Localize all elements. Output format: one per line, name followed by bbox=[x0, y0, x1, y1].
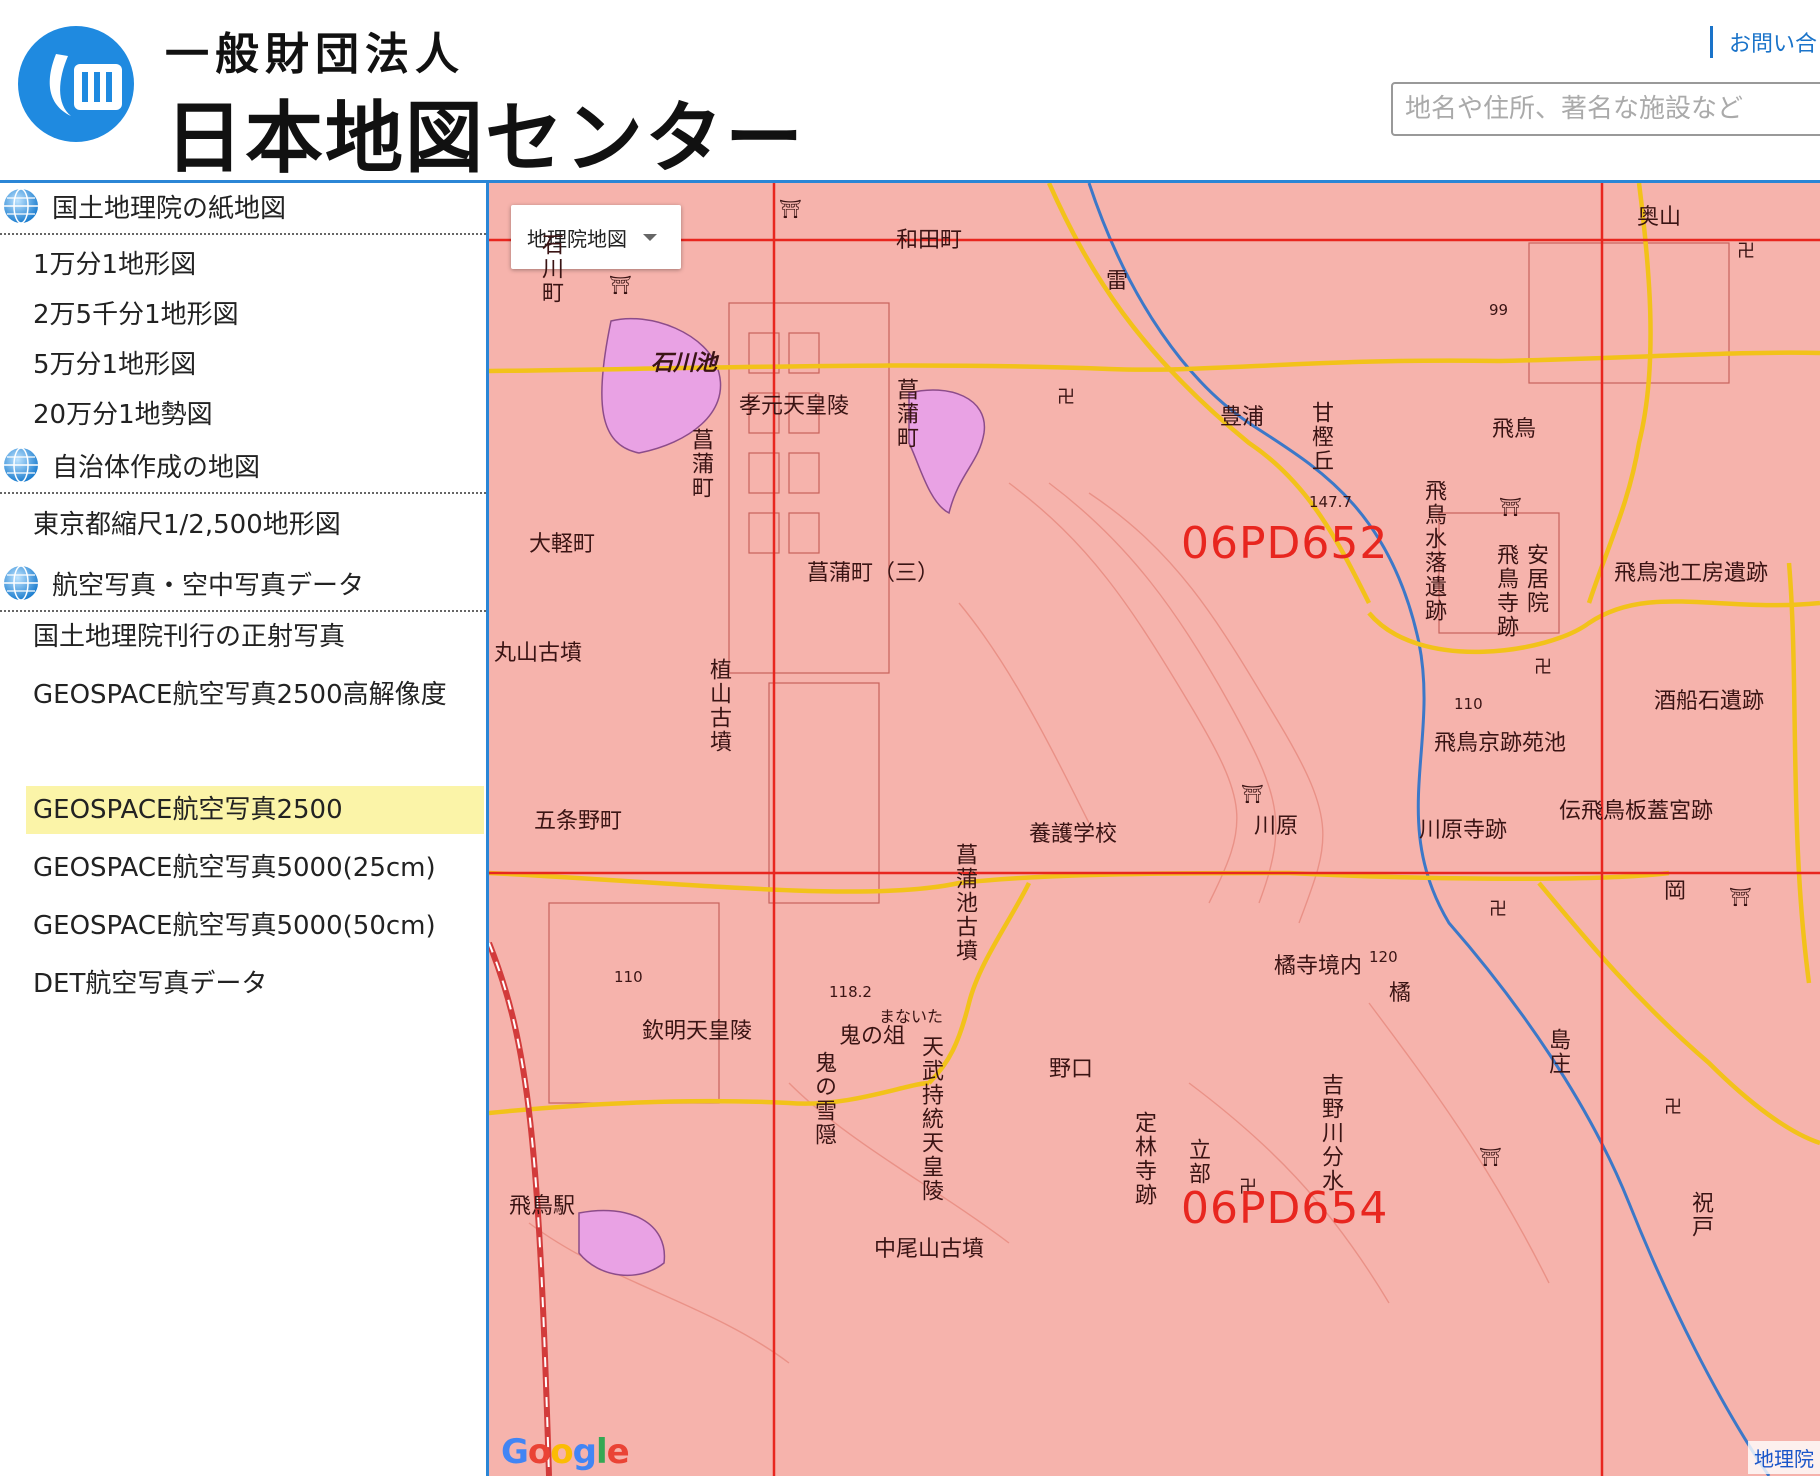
sidebar-item-gsi-ortho[interactable]: 国土地理院刊行の正射写真 bbox=[26, 613, 484, 661]
sidebar-item-10000-topo[interactable]: 1万分1地形図 bbox=[26, 241, 484, 289]
place-label: 欽明天皇陵 bbox=[642, 1019, 753, 1044]
org-name[interactable]: 日本地図センター bbox=[165, 76, 805, 188]
pond-south bbox=[578, 1209, 666, 1276]
place-label: 菖蒲町（三） bbox=[807, 561, 940, 586]
svg-text:⛩: ⛩ bbox=[609, 275, 632, 296]
category-aerial-photos[interactable]: 航空写真・空中写真データ bbox=[0, 556, 486, 612]
place-label: 孝元天皇陵 bbox=[739, 394, 850, 419]
place-label: 祝戸 bbox=[1688, 1191, 1713, 1239]
place-label: 飛鳥京跡苑池 bbox=[1434, 731, 1567, 756]
sidebar: 国土地理院の紙地図 1万分1地形図 2万5千分1地形図 5万分1地形図 20万分… bbox=[0, 183, 486, 1476]
sidebar-item-geospace-2500[interactable]: GEOSPACE航空写真2500 bbox=[26, 786, 484, 834]
svg-text:卍: 卍 bbox=[1664, 1097, 1682, 1118]
elevation-label: 118.2 bbox=[829, 983, 872, 1001]
globe-icon bbox=[4, 447, 38, 483]
sidebar-item-50000-topo[interactable]: 5万分1地形図 bbox=[26, 341, 484, 389]
svg-text:卍: 卍 bbox=[1737, 241, 1755, 262]
place-label: 豊浦 bbox=[1220, 405, 1265, 430]
route-label: 99 bbox=[1489, 301, 1509, 319]
place-label: 中尾山古墳 bbox=[874, 1237, 985, 1262]
map-viewport[interactable]: ⛩ ⛩ 卍 卍 ⛩ 卍 ⛩ 卍 ⛩ 卍卍 ⛩ 地理院地図 06PD652 06PD654 和田… bbox=[489, 183, 1820, 1476]
contour-label: 120 bbox=[1369, 948, 1398, 966]
search-input[interactable] bbox=[1391, 82, 1820, 136]
place-label: 甘樫丘 bbox=[1308, 401, 1333, 473]
place-label: 立部 bbox=[1185, 1138, 1210, 1186]
place-label: 島庄 bbox=[1545, 1028, 1570, 1076]
svg-text:⛩: ⛩ bbox=[1479, 1147, 1502, 1168]
place-label: 飛鳥池工房遺跡 bbox=[1614, 561, 1769, 586]
place-label: 養護学校 bbox=[1029, 822, 1118, 847]
elevation-label: 147.7 bbox=[1309, 493, 1352, 511]
category-municipal-maps[interactable]: 自治体作成の地図 bbox=[0, 438, 486, 494]
place-label: 植山古墳 bbox=[706, 658, 731, 754]
place-label: 菖蒲町 bbox=[893, 378, 918, 450]
place-label: 飛鳥寺跡 bbox=[1493, 543, 1518, 639]
place-label: 五条野町 bbox=[534, 809, 623, 834]
category-label: 自治体作成の地図 bbox=[52, 452, 261, 483]
grid-sheet-label: 06PD654 bbox=[1181, 1183, 1389, 1234]
sidebar-item-geospace-2500-hires[interactable]: GEOSPACE航空写真2500高解像度 bbox=[26, 671, 484, 719]
place-label: 川原 bbox=[1254, 814, 1299, 839]
sidebar-item-det-aerial[interactable]: DET航空写真データ bbox=[26, 960, 484, 1008]
contour-label: 110 bbox=[614, 968, 643, 986]
place-label: 酒船石遺跡 bbox=[1654, 689, 1765, 714]
google-logo[interactable]: Google bbox=[501, 1432, 630, 1472]
place-label: 石川町 bbox=[538, 233, 563, 305]
place-label: まないた bbox=[879, 1007, 944, 1026]
place-label: 安居院 bbox=[1523, 543, 1548, 615]
place-label: 鬼の雪隠 bbox=[811, 1051, 836, 1147]
svg-text:⛩: ⛩ bbox=[1241, 784, 1264, 805]
org-type-label: 一般財団法人 bbox=[165, 29, 465, 80]
place-label: 飛鳥駅 bbox=[509, 1194, 576, 1219]
place-label: 橘 bbox=[1389, 981, 1412, 1006]
place-label: 伝飛鳥板蓋宮跡 bbox=[1559, 799, 1714, 824]
svg-text:⛩: ⛩ bbox=[1729, 887, 1752, 908]
place-label: 石川池 bbox=[651, 351, 718, 376]
map-attribution-link[interactable]: 地理院 bbox=[1748, 1441, 1820, 1474]
svg-text:卍: 卍 bbox=[1489, 899, 1507, 920]
sidebar-item-200000-regional[interactable]: 20万分1地勢図 bbox=[26, 391, 484, 439]
place-label: 岡 bbox=[1664, 879, 1687, 904]
svg-text:⛩: ⛩ bbox=[1499, 497, 1522, 518]
place-label: 奥山 bbox=[1637, 205, 1682, 230]
place-label: 和田町 bbox=[896, 228, 963, 253]
logo-icon[interactable] bbox=[16, 24, 136, 144]
place-label: 飛鳥水落遺跡 bbox=[1421, 479, 1446, 623]
contour-lines bbox=[528, 482, 1550, 1364]
place-label: 雷 bbox=[1106, 269, 1129, 294]
place-label: 野口 bbox=[1049, 1057, 1094, 1082]
place-label: 丸山古墳 bbox=[494, 641, 583, 666]
category-label: 国土地理院の紙地図 bbox=[52, 193, 287, 224]
place-label: 菖蒲町 bbox=[688, 428, 713, 500]
grid-sheet-label: 06PD652 bbox=[1181, 518, 1389, 569]
globe-icon bbox=[4, 188, 38, 224]
place-label: 川原寺跡 bbox=[1419, 818, 1508, 843]
place-label: 吉野川分水 bbox=[1318, 1073, 1343, 1193]
roads bbox=[489, 183, 1820, 1146]
globe-icon bbox=[4, 565, 38, 601]
sidebar-item-geospace-5000-50cm[interactable]: GEOSPACE航空写真5000(50cm) bbox=[26, 902, 484, 950]
place-label: 天武持統天皇陵 bbox=[918, 1035, 943, 1203]
place-label: 定林寺跡 bbox=[1131, 1111, 1156, 1207]
chevron-down-icon bbox=[643, 233, 657, 241]
svg-text:⛩: ⛩ bbox=[779, 199, 802, 220]
place-label: 大軽町 bbox=[529, 532, 596, 557]
contact-link[interactable]: お問い合 bbox=[1710, 26, 1817, 58]
svg-text:卍: 卍 bbox=[1534, 657, 1552, 678]
sidebar-item-25000-topo[interactable]: 2万5千分1地形図 bbox=[26, 291, 484, 339]
place-label: 橘寺境内 bbox=[1274, 954, 1363, 979]
category-gsi-paper-maps[interactable]: 国土地理院の紙地図 bbox=[0, 179, 486, 235]
site-header: 一般財団法人 日本地図センター お問い合 bbox=[0, 0, 1820, 184]
sidebar-item-tokyo-2500[interactable]: 東京都縮尺1/2,500地形図 bbox=[26, 501, 484, 549]
map-symbols: ⛩⛩卍 卍⛩卍 ⛩卍⛩ 卍卍⛩ bbox=[609, 199, 1755, 1198]
sidebar-item-geospace-5000-25cm[interactable]: GEOSPACE航空写真5000(25cm) bbox=[26, 844, 484, 892]
place-label: 菖蒲池古墳 bbox=[952, 843, 977, 963]
svg-text:卍: 卍 bbox=[1057, 387, 1075, 408]
place-label: 飛鳥 bbox=[1492, 417, 1537, 442]
category-label: 航空写真・空中写真データ bbox=[52, 570, 365, 601]
elevation-label: 110 bbox=[1454, 695, 1483, 713]
